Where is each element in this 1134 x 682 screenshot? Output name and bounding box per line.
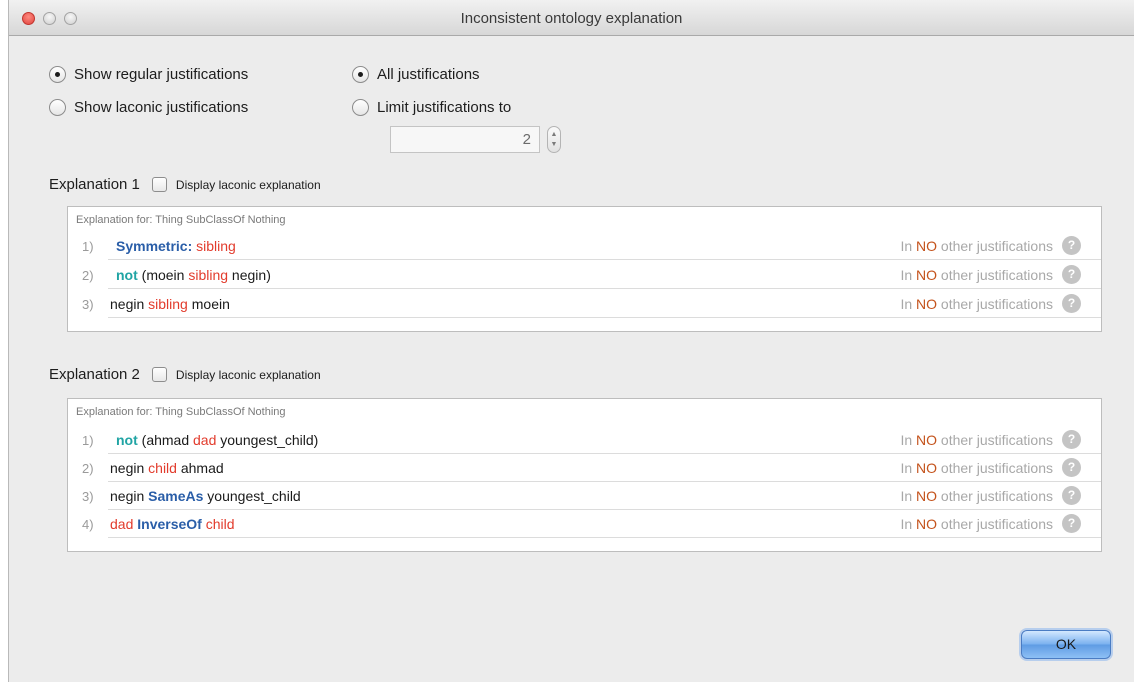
- axiom-text: dad InverseOf child: [110, 516, 235, 532]
- axiom-text: negin child ahmad: [110, 460, 224, 476]
- row-number: 2): [82, 268, 94, 283]
- row-number: 3): [82, 297, 94, 312]
- row-number: 3): [82, 489, 94, 504]
- axiom-text: not (moein sibling negin): [116, 267, 271, 283]
- radio-all-justifications[interactable]: [352, 66, 369, 83]
- limit-justifications-label: Limit justifications to: [377, 99, 512, 116]
- window-title: Inconsistent ontology explanation: [460, 10, 683, 27]
- justification-info: In NO other justifications: [900, 516, 1053, 532]
- table-row[interactable]: 2) not (moein sibling negin) In NO other…: [68, 261, 1101, 289]
- help-icon[interactable]: ?: [1062, 430, 1081, 449]
- title-bar: Inconsistent ontology explanation: [9, 0, 1134, 36]
- show-regular-label: Show regular justifications: [74, 66, 249, 83]
- show-regular-option[interactable]: Show regular justifications: [49, 66, 248, 83]
- radio-show-regular[interactable]: [49, 66, 66, 83]
- help-icon[interactable]: ?: [1062, 294, 1081, 313]
- explanation-1-header: Explanation 1 Display laconic explanatio…: [49, 176, 321, 193]
- radio-show-laconic[interactable]: [49, 99, 66, 116]
- show-laconic-option[interactable]: Show laconic justifications: [49, 99, 248, 116]
- explanation-1-panel: Explanation for: Thing SubClassOf Nothin…: [67, 206, 1102, 332]
- axiom-text: Symmetric: sibling: [116, 238, 236, 254]
- justification-info: In NO other justifications: [900, 432, 1053, 448]
- explanation-2-header: Explanation 2 Display laconic explanatio…: [49, 366, 321, 383]
- explanation-2-title: Explanation 2: [49, 366, 140, 383]
- help-icon[interactable]: ?: [1062, 236, 1081, 255]
- explanation-2-panel: Explanation for: Thing SubClassOf Nothin…: [67, 398, 1102, 552]
- justification-info: In NO other justifications: [900, 267, 1053, 283]
- row-number: 4): [82, 517, 94, 532]
- table-row[interactable]: 1) not (ahmad dad youngest_child) In NO …: [68, 426, 1101, 454]
- table-row[interactable]: 1) Symmetric: sibling In NO other justif…: [68, 232, 1101, 260]
- stepper-up-icon[interactable]: ▲: [548, 131, 560, 139]
- table-row[interactable]: 3) negin sibling moein In NO other justi…: [68, 290, 1101, 318]
- row-number: 2): [82, 461, 94, 476]
- explanation-1-caption: Explanation for: Thing SubClassOf Nothin…: [76, 214, 286, 226]
- radio-limit-justifications[interactable]: [352, 99, 369, 116]
- justification-info: In NO other justifications: [900, 296, 1053, 312]
- all-justifications-label: All justifications: [377, 66, 480, 83]
- help-icon[interactable]: ?: [1062, 458, 1081, 477]
- explanation-1-laconic-label: Display laconic explanation: [175, 177, 321, 192]
- axiom-text: not (ahmad dad youngest_child): [116, 432, 319, 448]
- explanation-1-title: Explanation 1: [49, 176, 140, 193]
- justification-info: In NO other justifications: [900, 238, 1053, 254]
- show-laconic-label: Show laconic justifications: [74, 99, 249, 116]
- explanation-2-laconic-checkbox[interactable]: [151, 367, 167, 382]
- explanation-2-caption: Explanation for: Thing SubClassOf Nothin…: [76, 406, 286, 418]
- justification-info: In NO other justifications: [900, 460, 1053, 476]
- row-number: 1): [82, 433, 94, 448]
- justification-info: In NO other justifications: [900, 488, 1053, 504]
- ok-button[interactable]: OK: [1021, 630, 1111, 659]
- table-row[interactable]: 2) negin child ahmad In NO other justifi…: [68, 454, 1101, 482]
- dialog-window: Inconsistent ontology explanation Show r…: [8, 0, 1134, 682]
- all-justifications-option[interactable]: All justifications: [352, 66, 480, 83]
- axiom-text: negin SameAs youngest_child: [110, 488, 301, 504]
- row-number: 1): [82, 239, 94, 254]
- explanation-1-laconic-checkbox[interactable]: [151, 177, 167, 192]
- limit-value-input[interactable]: 2: [390, 126, 540, 153]
- help-icon[interactable]: ?: [1062, 514, 1081, 533]
- help-icon[interactable]: ?: [1062, 486, 1081, 505]
- limit-justifications-option[interactable]: Limit justifications to: [352, 99, 511, 116]
- explanation-2-laconic-label: Display laconic explanation: [175, 367, 321, 382]
- table-row[interactable]: 4) dad InverseOf child In NO other justi…: [68, 510, 1101, 538]
- table-row[interactable]: 3) negin SameAs youngest_child In NO oth…: [68, 482, 1101, 510]
- stepper-down-icon[interactable]: ▼: [548, 141, 560, 149]
- limit-stepper[interactable]: ▲ ▼: [547, 126, 561, 153]
- axiom-text: negin sibling moein: [110, 296, 230, 312]
- help-icon[interactable]: ?: [1062, 265, 1081, 284]
